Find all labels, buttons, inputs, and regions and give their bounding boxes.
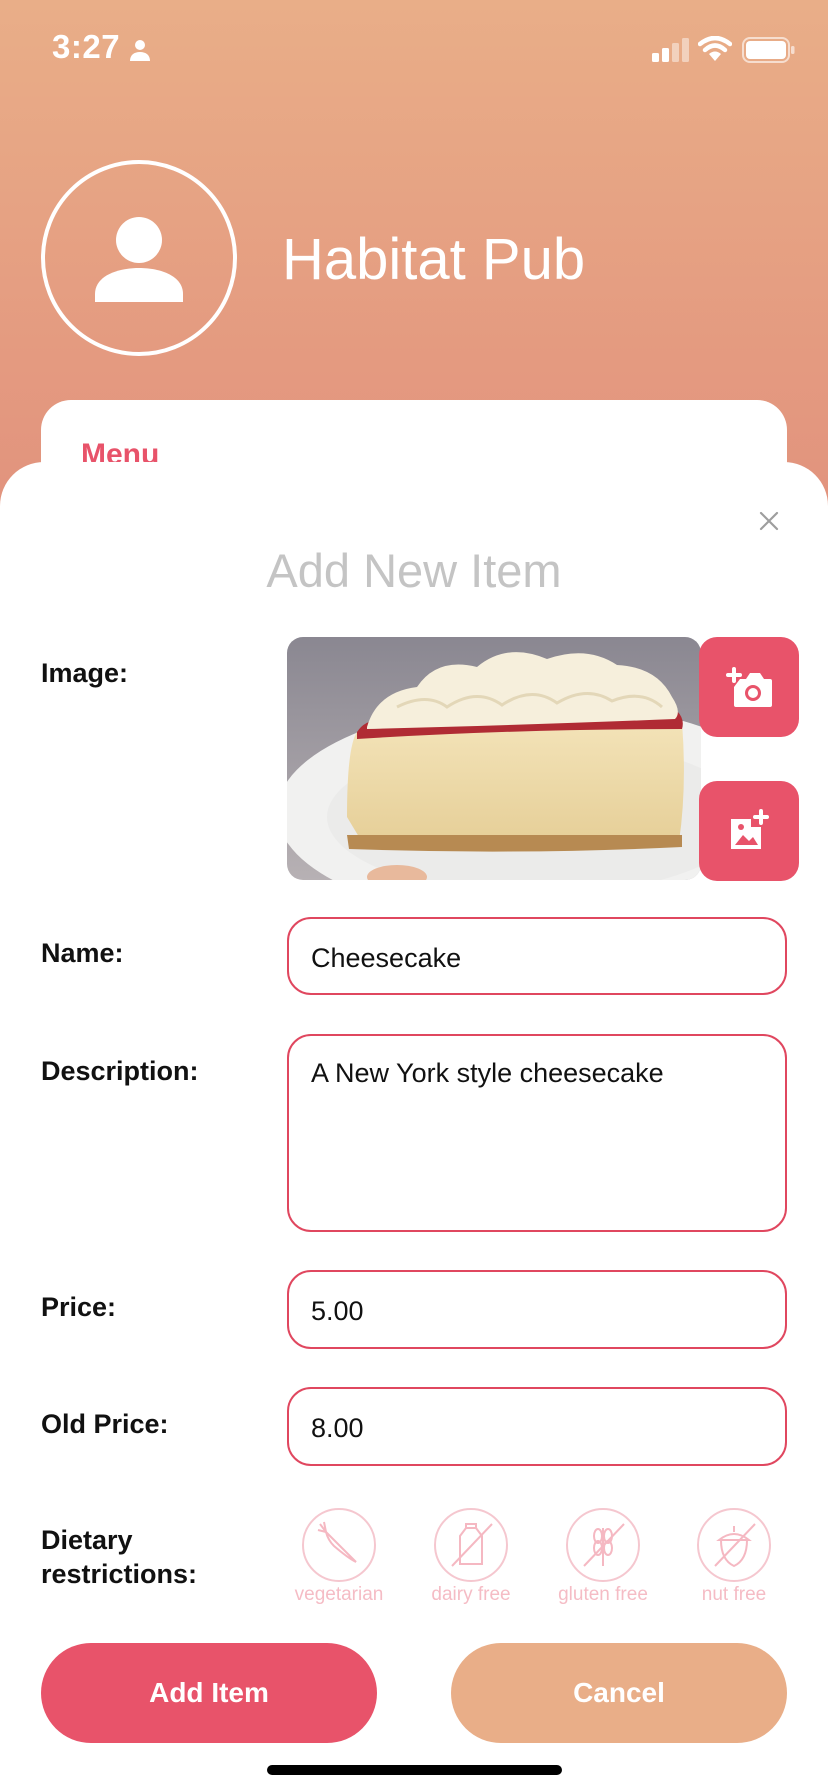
diet-label: gluten free <box>558 1584 648 1605</box>
status-bar: 3:27 <box>0 0 828 100</box>
description-label: Description: <box>41 1056 199 1086</box>
sheet-title: Add New Item <box>266 544 562 597</box>
cellular-signal-icon <box>652 38 689 62</box>
choose-photo-button[interactable] <box>699 781 799 881</box>
item-photo <box>287 637 701 880</box>
cancel-button[interactable]: Cancel <box>451 1643 787 1743</box>
wheat-crossed-icon <box>583 1523 625 1567</box>
acorn-crossed-icon <box>714 1523 756 1568</box>
home-indicator[interactable] <box>267 1765 562 1775</box>
diet-option-dairy-free[interactable]: dairy free <box>416 1508 526 1606</box>
milk-carton-crossed-icon <box>451 1523 493 1567</box>
old-price-label: Old Price: <box>41 1409 169 1439</box>
diet-option-nut-free[interactable]: nut free <box>679 1508 789 1606</box>
add-camera-icon <box>726 667 772 707</box>
diet-label: nut free <box>701 1584 767 1605</box>
carrot-icon <box>317 1521 357 1563</box>
dietary-label: Dietary restrictions: <box>41 1525 198 1589</box>
add-image-icon <box>731 809 769 849</box>
cheesecake-photo <box>287 637 701 880</box>
old-price-input[interactable]: 8.00 <box>287 1387 787 1466</box>
status-time: 3:27 <box>52 28 121 65</box>
avatar[interactable] <box>41 160 237 356</box>
battery-icon <box>742 37 795 63</box>
price-input[interactable]: 5.00 <box>287 1270 787 1349</box>
person-icon <box>95 217 183 302</box>
pub-name: Habitat Pub <box>282 227 586 292</box>
diet-label: dairy free <box>431 1584 511 1605</box>
add-item-button[interactable]: Add Item <box>41 1643 377 1743</box>
diet-option-vegetarian[interactable]: vegetarian <box>284 1508 394 1606</box>
image-label: Image: <box>41 658 129 688</box>
close-icon[interactable] <box>752 504 786 538</box>
name-label: Name: <box>41 938 124 968</box>
description-input[interactable]: A New York style cheesecake <box>287 1034 787 1232</box>
take-photo-button[interactable] <box>699 637 799 737</box>
wifi-icon <box>698 36 732 61</box>
person-status-icon <box>130 40 150 61</box>
name-input[interactable]: Cheesecake <box>287 917 787 995</box>
diet-label: vegetarian <box>294 1584 384 1605</box>
price-label: Price: <box>41 1292 117 1322</box>
diet-option-gluten-free[interactable]: gluten free <box>548 1508 658 1606</box>
